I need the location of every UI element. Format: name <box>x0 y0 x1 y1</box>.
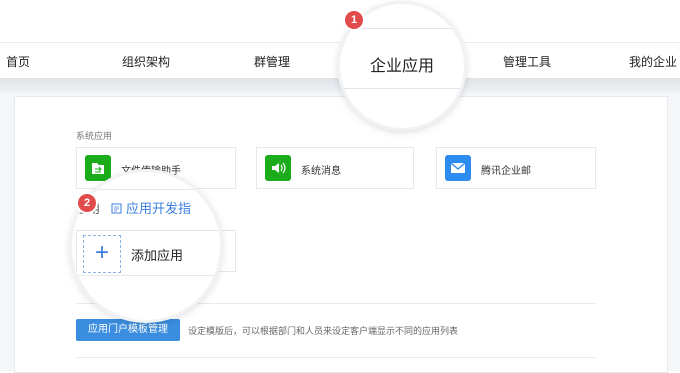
dev-guide-link[interactable]: 应用开发指 <box>111 201 191 216</box>
portal-template-button[interactable]: 应用门户模板管理 <box>76 319 180 341</box>
app-label: 腾讯企业邮 <box>481 166 531 177</box>
card-edge <box>76 172 220 190</box>
nav-item-groups[interactable]: 群管理 <box>254 53 290 70</box>
add-app-card-zoomed[interactable]: + 添加应用 <box>76 230 220 276</box>
nav-item-org[interactable]: 组织架构 <box>122 53 170 70</box>
document-icon <box>111 203 122 214</box>
app-card-system-message[interactable]: 系统消息 <box>256 147 414 189</box>
portal-hint: 设定模版后，可以根据部门和人员来设定客户端显示不同的应用列表 <box>188 326 459 336</box>
dev-guide-label: 应用开发指 <box>125 201 191 216</box>
speaker-icon <box>265 155 291 181</box>
add-app-label: 添加应用 <box>131 248 184 263</box>
step-badge-1: 1 <box>345 11 363 29</box>
nav-item-tools[interactable]: 管理工具 <box>503 53 551 70</box>
app-card-exmail[interactable]: 腾讯企业邮 <box>436 147 596 189</box>
nav-item-my-company[interactable]: 我的企业 <box>629 53 677 70</box>
nav-border <box>340 28 464 29</box>
plus-icon[interactable]: + <box>83 235 121 273</box>
nav-item-enterprise-apps[interactable]: 企业应用 <box>370 52 434 76</box>
magnifier-add-app: 应用 应用开发指 + 添加应用 <box>72 172 220 320</box>
step-badge-2: 2 <box>78 194 96 212</box>
nav-item-home[interactable]: 首页 <box>6 53 30 70</box>
mail-icon <box>445 155 471 181</box>
divider <box>76 357 596 358</box>
nav-shadow <box>0 78 680 92</box>
app-label: 系统消息 <box>301 166 341 177</box>
nav-border <box>340 88 464 89</box>
system-apps-title: 系统应用 <box>76 131 113 141</box>
